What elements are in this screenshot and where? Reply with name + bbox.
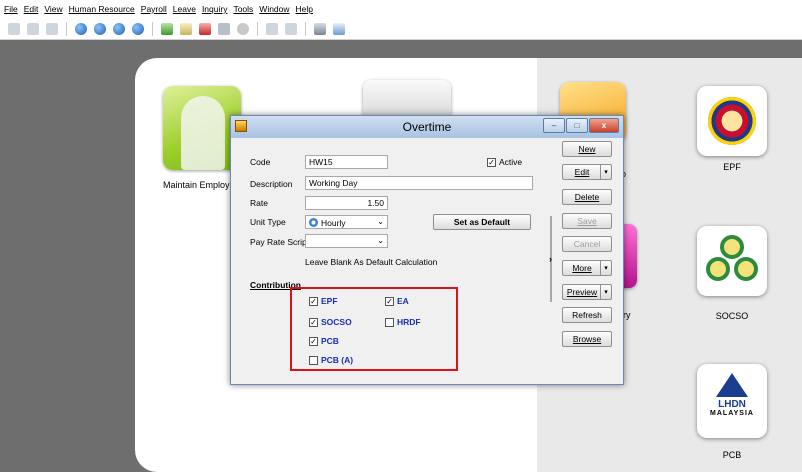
pay-rate-hint: Leave Blank As Default Calculation	[305, 257, 438, 267]
rate-label: Rate	[250, 198, 268, 208]
toolbar-separator	[66, 21, 67, 36]
code-label: Code	[250, 157, 271, 167]
active-label: Active	[499, 157, 523, 167]
active-check-icon: ✓	[487, 157, 496, 167]
epf-label: EPF	[723, 162, 741, 172]
menu-edit[interactable]: Edit	[24, 4, 39, 14]
socso-logo-icon	[706, 235, 758, 287]
menu-inquiry[interactable]: Inquiry	[202, 4, 228, 14]
menu-leave[interactable]: Leave	[173, 4, 196, 14]
unit-type-value: Hourly	[321, 218, 346, 228]
first-record-icon[interactable]	[73, 21, 89, 37]
copy-icon[interactable]	[25, 21, 41, 37]
chevron-down-icon[interactable]: ▾	[600, 261, 611, 275]
new-button[interactable]: New	[562, 141, 612, 157]
menu-help[interactable]: Help	[296, 4, 313, 14]
pay-rate-script-label: Pay Rate Script	[250, 237, 310, 247]
chevron-down-icon: ⌄	[377, 236, 384, 245]
print-icon[interactable]	[312, 21, 328, 37]
app-icon	[235, 120, 247, 132]
description-field[interactable]: Working Day	[305, 176, 533, 190]
lhdn-logo-icon: LHDN MALAYSIA	[702, 373, 762, 429]
contribution-highlight-box	[290, 287, 458, 371]
socso-label: SOCSO	[715, 311, 749, 321]
pcb-label: PCB	[722, 450, 742, 460]
description-label: Description	[250, 179, 293, 189]
delete-button[interactable]: Delete	[562, 189, 612, 205]
magenta-module-label: ry	[623, 310, 631, 320]
chevron-down-icon[interactable]: ▾	[600, 285, 611, 299]
chevron-right-icon[interactable]: ›	[549, 254, 552, 264]
last-record-icon[interactable]	[130, 21, 146, 37]
chevron-down-icon[interactable]: ▾	[600, 165, 611, 179]
rate-field[interactable]: 1.50	[305, 196, 388, 210]
dialog-title: Overtime	[402, 120, 452, 134]
toolbar-separator	[257, 21, 258, 36]
dialog-title-bar[interactable]: Overtime – □ x	[231, 116, 623, 138]
set-as-default-button[interactable]: Set as Default	[433, 214, 531, 230]
socso-tile[interactable]	[697, 226, 767, 296]
pcb-tile[interactable]: LHDN MALAYSIA	[697, 364, 767, 438]
code-field[interactable]: HW15	[305, 155, 388, 169]
cut-icon[interactable]	[6, 21, 22, 37]
delete-record-icon[interactable]	[197, 21, 213, 37]
edit-record-icon[interactable]	[178, 21, 194, 37]
find-icon[interactable]	[331, 21, 347, 37]
next-record-icon[interactable]	[111, 21, 127, 37]
refresh-icon[interactable]	[264, 21, 280, 37]
epf-logo-icon	[708, 97, 756, 145]
cancel-button[interactable]: Cancel	[562, 236, 612, 252]
close-button[interactable]: x	[589, 118, 619, 133]
toolbar-separator	[305, 21, 306, 36]
chevron-down-icon: ⌄	[377, 217, 384, 226]
menu-window[interactable]: Window	[259, 4, 289, 14]
toolbar-separator	[152, 21, 153, 36]
menu-tools[interactable]: Tools	[233, 4, 253, 14]
add-record-icon[interactable]	[159, 21, 175, 37]
preview-button[interactable]: Preview ▾	[562, 284, 612, 300]
maximize-button[interactable]: □	[566, 118, 588, 133]
menu-payroll[interactable]: Payroll	[141, 4, 167, 14]
menu-view[interactable]: View	[44, 4, 62, 14]
more-button[interactable]: More ▾	[562, 260, 612, 276]
menu-file[interactable]: File	[4, 4, 18, 14]
refresh-button[interactable]: Refresh	[562, 307, 612, 323]
maintain-employee-label: Maintain Employ	[163, 180, 230, 190]
employee-silhouette-icon	[181, 96, 225, 170]
clock-icon	[309, 218, 318, 227]
minimize-button[interactable]: –	[543, 118, 565, 133]
edit-button[interactable]: Edit ▾	[562, 164, 612, 180]
cancel-icon[interactable]	[235, 21, 251, 37]
unit-type-select[interactable]: Hourly ⌄	[305, 215, 388, 229]
previous-record-icon[interactable]	[92, 21, 108, 37]
unit-type-label: Unit Type	[250, 217, 286, 227]
epf-tile[interactable]	[697, 86, 767, 156]
menu-human-resource[interactable]: Human Resource	[69, 4, 135, 14]
active-checkbox[interactable]: ✓ Active	[487, 157, 522, 167]
browse-icon[interactable]	[283, 21, 299, 37]
browse-button[interactable]: Browse	[562, 331, 612, 347]
window-buttons: – □ x	[543, 118, 619, 133]
menu-bar: File Edit View Human Resource Payroll Le…	[0, 0, 802, 18]
save-button[interactable]: Save	[562, 213, 612, 229]
paste-icon[interactable]	[44, 21, 60, 37]
toolbar	[0, 18, 802, 40]
pay-rate-script-select[interactable]: ⌄	[305, 234, 388, 248]
save-icon[interactable]	[216, 21, 232, 37]
